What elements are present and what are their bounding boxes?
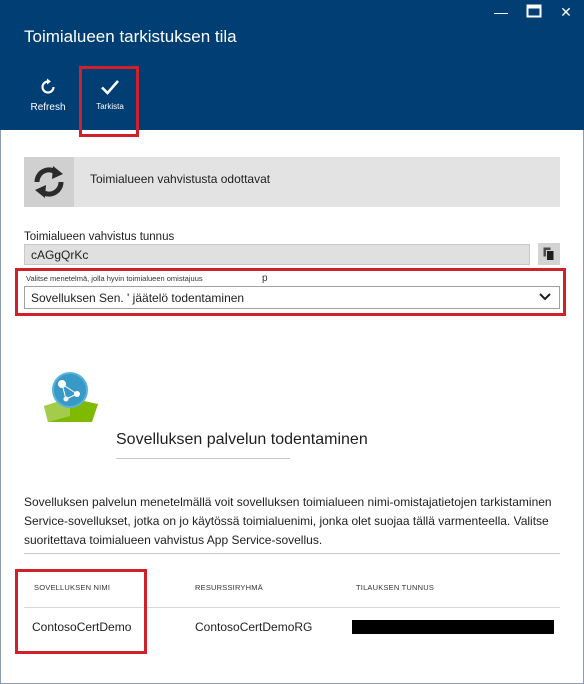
sync-icon — [24, 157, 74, 207]
service-description: Sovelluksen palvelun menetelmällä voit s… — [24, 495, 552, 547]
verify-highlight — [79, 66, 139, 137]
divider — [24, 553, 560, 554]
status-banner: Toimialueen vahvistusta odottavat — [24, 157, 560, 207]
column-header-resource-group: RESURSSIRYHMÄ — [195, 583, 263, 592]
service-title: Sovelluksen palvelun todentaminen — [116, 431, 368, 448]
method-highlight — [15, 268, 566, 316]
title-underline — [116, 458, 290, 459]
minimize-icon[interactable]: — — [490, 4, 512, 22]
table-cell-subscription-id-redacted — [352, 620, 554, 634]
verification-token-label: Toimialueen vahvistus tunnus — [24, 231, 175, 243]
table-cell-resource-group[interactable]: ContosoCertDemoRG — [195, 620, 312, 634]
refresh-label: Refresh — [30, 102, 66, 113]
refresh-icon — [20, 76, 76, 98]
column-header-subscription-id: TILAUKSEN TUNNUS — [356, 583, 435, 592]
close-icon[interactable]: ✕ — [555, 4, 577, 22]
copy-icon[interactable] — [538, 243, 560, 265]
status-text: Toimialueen vahvistusta odottavat — [90, 172, 271, 186]
blade-title: Toimialueen tarkistuksen tila — [24, 27, 237, 46]
app-service-icon — [40, 368, 102, 424]
verification-token-field[interactable]: cAGgQrKc — [24, 244, 530, 265]
maximize-icon[interactable] — [523, 4, 545, 22]
refresh-button[interactable]: Refresh — [20, 76, 76, 113]
app-name-highlight — [15, 569, 147, 654]
